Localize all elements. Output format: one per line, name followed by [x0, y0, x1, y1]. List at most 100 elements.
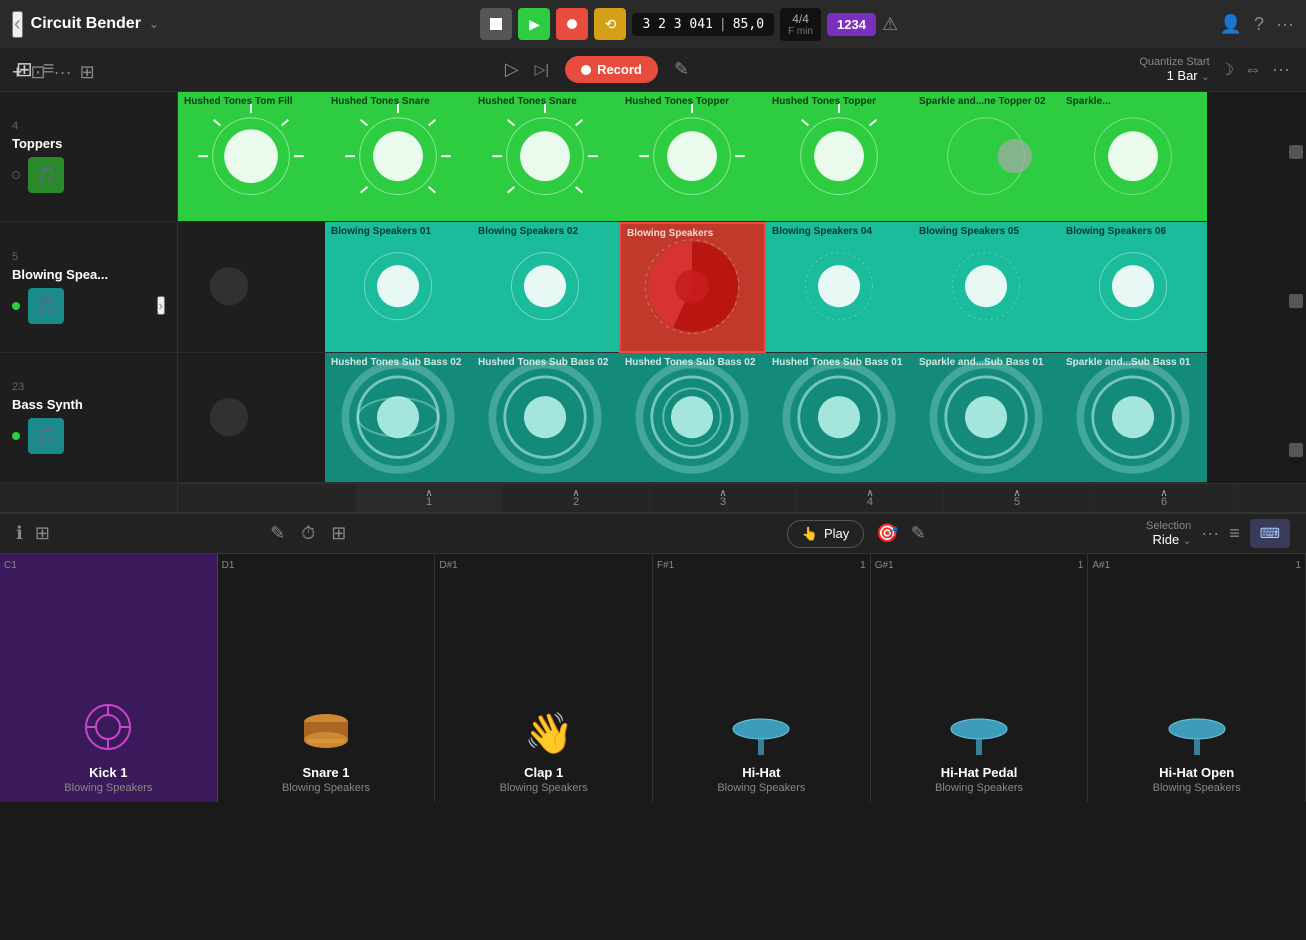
clip-waveform-bass	[619, 353, 766, 482]
clip-blowing-2[interactable]: Blowing Speakers 01	[325, 222, 472, 352]
play-from-start-button[interactable]: ▷	[505, 59, 519, 80]
record-top-button[interactable]	[556, 8, 588, 40]
bottom-toolbar-right: Selection Ride ⌄ ··· ≡ ⌨	[1146, 519, 1290, 548]
piano-key-d1[interactable]: D1 Snare 1 Blowing Speakers	[218, 554, 436, 802]
clip-toppers-3[interactable]: Hushed Tones Snare	[472, 92, 619, 222]
selection-more-button[interactable]: ···	[1201, 523, 1219, 544]
duplicate-button[interactable]: ⊡	[31, 62, 46, 83]
clip-bass-5[interactable]: Hushed Tones Sub Bass 01	[766, 353, 913, 483]
clip-toppers-1[interactable]: Hushed Tones Tom Fill	[178, 92, 325, 222]
help-icon[interactable]: ?	[1254, 14, 1264, 35]
clip-label: Hushed Tones Sub Bass 02	[625, 357, 755, 368]
snare-name: Snare 1	[303, 765, 350, 780]
hihat-name: Hi-Hat	[742, 765, 780, 780]
resize-handle-3[interactable]	[1289, 443, 1303, 457]
clip-blowing-1[interactable]	[178, 222, 325, 352]
track-item-toppers: 4 Toppers 🎵	[0, 92, 177, 222]
clip-blowing-6[interactable]: Blowing Speakers 05	[913, 222, 1060, 352]
track-controls-toppers: 🎵	[12, 157, 165, 193]
track-led-blowing[interactable]	[12, 302, 20, 310]
clip-toppers-2[interactable]: Hushed Tones Snare	[325, 92, 472, 222]
bottom-pencil-button[interactable]: ✎	[270, 523, 285, 544]
grid-rows: Hushed Tones Tom Fill	[178, 92, 1306, 483]
clip-bass-4[interactable]: Hushed Tones Sub Bass 02	[619, 353, 766, 483]
track-icon-bass[interactable]: 🎵	[28, 418, 64, 454]
top-bar-left: ‹ Circuit Bender ⌄	[12, 11, 159, 38]
clip-label: Sparkle...	[1066, 96, 1110, 107]
clip-blowing-3[interactable]: Blowing Speakers 02	[472, 222, 619, 352]
clip-bass-7[interactable]: Sparkle and...Sub Bass 01	[1060, 353, 1207, 483]
clip-bass-2[interactable]: Hushed Tones Sub Bass 02	[325, 353, 472, 483]
metronome-button[interactable]: 1234	[827, 13, 876, 36]
main-toolbar: ⊞ ≡ ▷ ▷| Record ✎ Quantize Start 1 Bar ⌄…	[0, 48, 1306, 92]
loop-button[interactable]: ⟲	[594, 8, 626, 40]
clip-blowing-4-active[interactable]: Blowing Speakers	[619, 222, 766, 352]
clip-toppers-7[interactable]: Sparkle...	[1060, 92, 1207, 222]
resize-icon[interactable]: ⇔	[1244, 59, 1262, 80]
play-button[interactable]: ▶	[518, 8, 550, 40]
clip-blowing-7[interactable]: Blowing Speakers 06	[1060, 222, 1207, 352]
clip-toppers-5[interactable]: Hushed Tones Topper	[766, 92, 913, 222]
clip-toppers-6[interactable]: Sparkle and...ne Topper 02	[913, 92, 1060, 222]
bottom-sliders-button[interactable]: ⊞	[331, 523, 346, 544]
piano-key-c1[interactable]: C1 Kick 1 Blowing Speakers	[0, 554, 218, 802]
col-num-1: ∧ 1	[356, 484, 503, 512]
keyboard-button[interactable]: ⌨	[1250, 519, 1290, 548]
piano-key-gs1[interactable]: G#1 1 Hi-Hat Pedal Blowing Speakers	[871, 554, 1089, 802]
col-num-3: ∧ 3	[650, 484, 797, 512]
bottom-center-controls: 👆 Play 🎯 ✎	[787, 520, 926, 548]
track-number-toppers: 4	[12, 120, 165, 132]
track-icon-toppers[interactable]: 🎵	[28, 157, 64, 193]
bottom-pencil2-button[interactable]: ✎	[911, 523, 926, 544]
clip-bass-3[interactable]: Hushed Tones Sub Bass 02	[472, 353, 619, 483]
selection-display: Selection Ride ⌄	[1146, 520, 1191, 547]
clip-bass-1[interactable]	[178, 353, 325, 483]
top-bar: ‹ Circuit Bender ⌄ ▶ ⟲ 3 2 3 041 | 85,0 …	[0, 0, 1306, 48]
bottom-clock-button[interactable]: ⏱	[301, 523, 315, 544]
bottom-lines-button[interactable]: ≡	[1229, 523, 1240, 544]
toolbar-more-button[interactable]: ···	[1272, 59, 1290, 80]
grid-col-1: Hushed Tones Tom Fill	[178, 92, 325, 483]
quantize-section: Quantize Start 1 Bar ⌄	[1139, 56, 1209, 83]
arrange-button[interactable]: ⊞	[80, 62, 95, 83]
moon-icon[interactable]: ☽	[1220, 60, 1234, 80]
clap-subtitle: Blowing Speakers	[500, 782, 588, 794]
play-from-here-button[interactable]: ▷|	[535, 61, 549, 78]
resize-handle-1[interactable]	[1289, 145, 1303, 159]
clip-blowing-5[interactable]: Blowing Speakers 04	[766, 222, 913, 352]
bottom-section: ℹ ⊞ ✎ ⏱ ⊞ 👆 Play 🎯 ✎ Selection Ride ⌄	[0, 512, 1306, 802]
grid-col-6: Sparkle and...ne Topper 02 Blowing Speak…	[913, 92, 1060, 483]
clip-waveform-bass	[913, 353, 1060, 482]
piano-key-fs1[interactable]: F#1 1 Hi-Hat Blowing Speakers	[653, 554, 871, 802]
clip-waveform-teal	[325, 222, 472, 351]
stop-button[interactable]	[480, 8, 512, 40]
track-led-toppers[interactable]	[12, 171, 20, 179]
record-button[interactable]: Record	[565, 56, 658, 83]
account-icon[interactable]: 👤	[1220, 14, 1242, 35]
track-expand-button[interactable]: ›	[157, 296, 165, 315]
quantize-chevron-icon: ⌄	[1201, 72, 1209, 83]
toolbar-center: ▷ ▷| Record ✎	[505, 56, 689, 83]
sidebar-bottom-spacer	[0, 483, 177, 512]
pencil-button[interactable]: ✎	[674, 59, 689, 80]
clip-label: Hushed Tones Snare	[331, 96, 430, 107]
back-button[interactable]: ‹	[12, 11, 23, 38]
track-icon-blowing[interactable]: 🎵	[28, 288, 64, 324]
hihat-subtitle: Blowing Speakers	[717, 782, 805, 794]
clip-toppers-4[interactable]: Hushed Tones Topper	[619, 92, 766, 222]
clap-name: Clap 1	[524, 765, 563, 780]
options-button[interactable]: ···	[54, 62, 72, 83]
more-options-icon[interactable]: ···	[1276, 14, 1294, 35]
add-track-button[interactable]: +	[12, 62, 23, 83]
clip-bass-6[interactable]: Sparkle and...Sub Bass 01	[913, 353, 1060, 483]
bottom-layout-button[interactable]: ⊞	[35, 523, 50, 544]
piano-key-as1[interactable]: A#1 1 Hi-Hat Open Blowing Speakers	[1088, 554, 1306, 802]
cursor-button[interactable]: 🎯	[876, 523, 898, 544]
clip-label: Hushed Tones Sub Bass 01	[772, 357, 902, 368]
piano-key-ds1[interactable]: D#1 👋 Clap 1 Blowing Speakers	[435, 554, 653, 802]
clip-waveform-bass	[766, 353, 913, 482]
resize-handle-2[interactable]	[1289, 294, 1303, 308]
track-led-bass[interactable]	[12, 432, 20, 440]
bottom-info-button[interactable]: ℹ	[16, 523, 23, 544]
bottom-play-button[interactable]: 👆 Play	[787, 520, 864, 548]
